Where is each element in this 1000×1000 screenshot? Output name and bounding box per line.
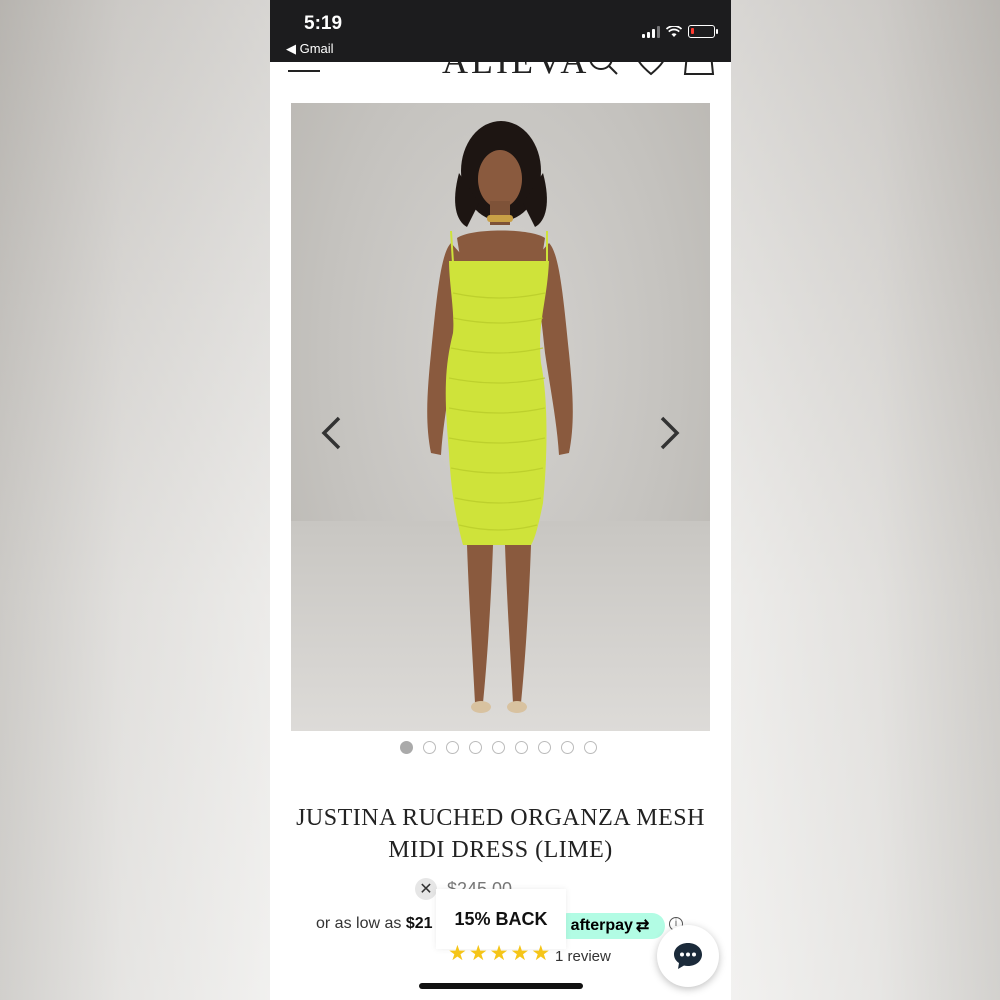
installment-text: or as low as $21 bbox=[316, 915, 433, 933]
menu-icon[interactable] bbox=[288, 68, 320, 72]
battery-icon bbox=[688, 25, 718, 38]
status-bar: 5:19 ◀ Gmail bbox=[270, 0, 731, 62]
gallery-dot[interactable] bbox=[515, 741, 528, 754]
signal-icon bbox=[642, 25, 660, 38]
installment-prefix: or as low as bbox=[316, 915, 402, 932]
installment-amount: $21 bbox=[405, 915, 433, 932]
previous-image-arrow[interactable] bbox=[319, 415, 343, 451]
star-icon: ★ bbox=[489, 942, 509, 965]
promo-badge[interactable]: 15% BACK bbox=[436, 889, 566, 949]
star-icon: ★ bbox=[468, 942, 488, 965]
gallery-dot[interactable] bbox=[400, 741, 413, 754]
chat-button[interactable] bbox=[657, 925, 719, 987]
gallery-dot[interactable] bbox=[446, 741, 459, 754]
gallery-dot[interactable] bbox=[584, 741, 597, 754]
gallery-pagination bbox=[400, 741, 597, 754]
star-icon: ★ bbox=[531, 942, 551, 965]
bag-icon[interactable] bbox=[682, 62, 716, 78]
background-blur-left bbox=[0, 0, 270, 1000]
site-logo[interactable]: ALIEVA bbox=[442, 62, 589, 82]
star-icon: ★ bbox=[510, 942, 530, 965]
gallery-dot[interactable] bbox=[492, 741, 505, 754]
model-figure bbox=[427, 121, 573, 713]
status-time: 5:19 bbox=[304, 13, 343, 34]
rating-stars[interactable]: ★ ★ ★ ★ ★ bbox=[448, 943, 550, 965]
chat-bubble-icon bbox=[674, 943, 702, 969]
gallery-dot[interactable] bbox=[423, 741, 436, 754]
search-icon[interactable] bbox=[586, 62, 620, 78]
heart-icon[interactable] bbox=[634, 62, 668, 78]
review-count[interactable]: 1 review bbox=[555, 948, 611, 965]
gallery-dot[interactable] bbox=[469, 741, 482, 754]
background-blur-right bbox=[730, 0, 1000, 1000]
phone-screen: 5:19 ◀ Gmail ALIEVA bbox=[270, 0, 731, 1000]
back-to-gmail-link[interactable]: ◀ Gmail bbox=[286, 41, 334, 57]
status-icons bbox=[642, 25, 718, 38]
wifi-icon bbox=[666, 25, 682, 37]
star-icon: ★ bbox=[448, 942, 467, 965]
site-header: ALIEVA bbox=[270, 62, 731, 102]
product-title: JUSTINA RUCHED ORGANZA MESH MIDI DRESS (… bbox=[296, 805, 705, 863]
gallery-dot[interactable] bbox=[538, 741, 551, 754]
gallery-dot[interactable] bbox=[561, 741, 574, 754]
product-image[interactable] bbox=[291, 103, 710, 731]
afterpay-badge[interactable]: afterpay ⇄ bbox=[555, 913, 665, 939]
afterpay-logo-icon: ⇄ bbox=[635, 918, 650, 935]
afterpay-label: afterpay bbox=[570, 917, 633, 934]
close-icon[interactable]: ✕ bbox=[415, 878, 437, 900]
next-image-arrow[interactable] bbox=[658, 415, 682, 451]
home-indicator[interactable] bbox=[419, 983, 583, 989]
